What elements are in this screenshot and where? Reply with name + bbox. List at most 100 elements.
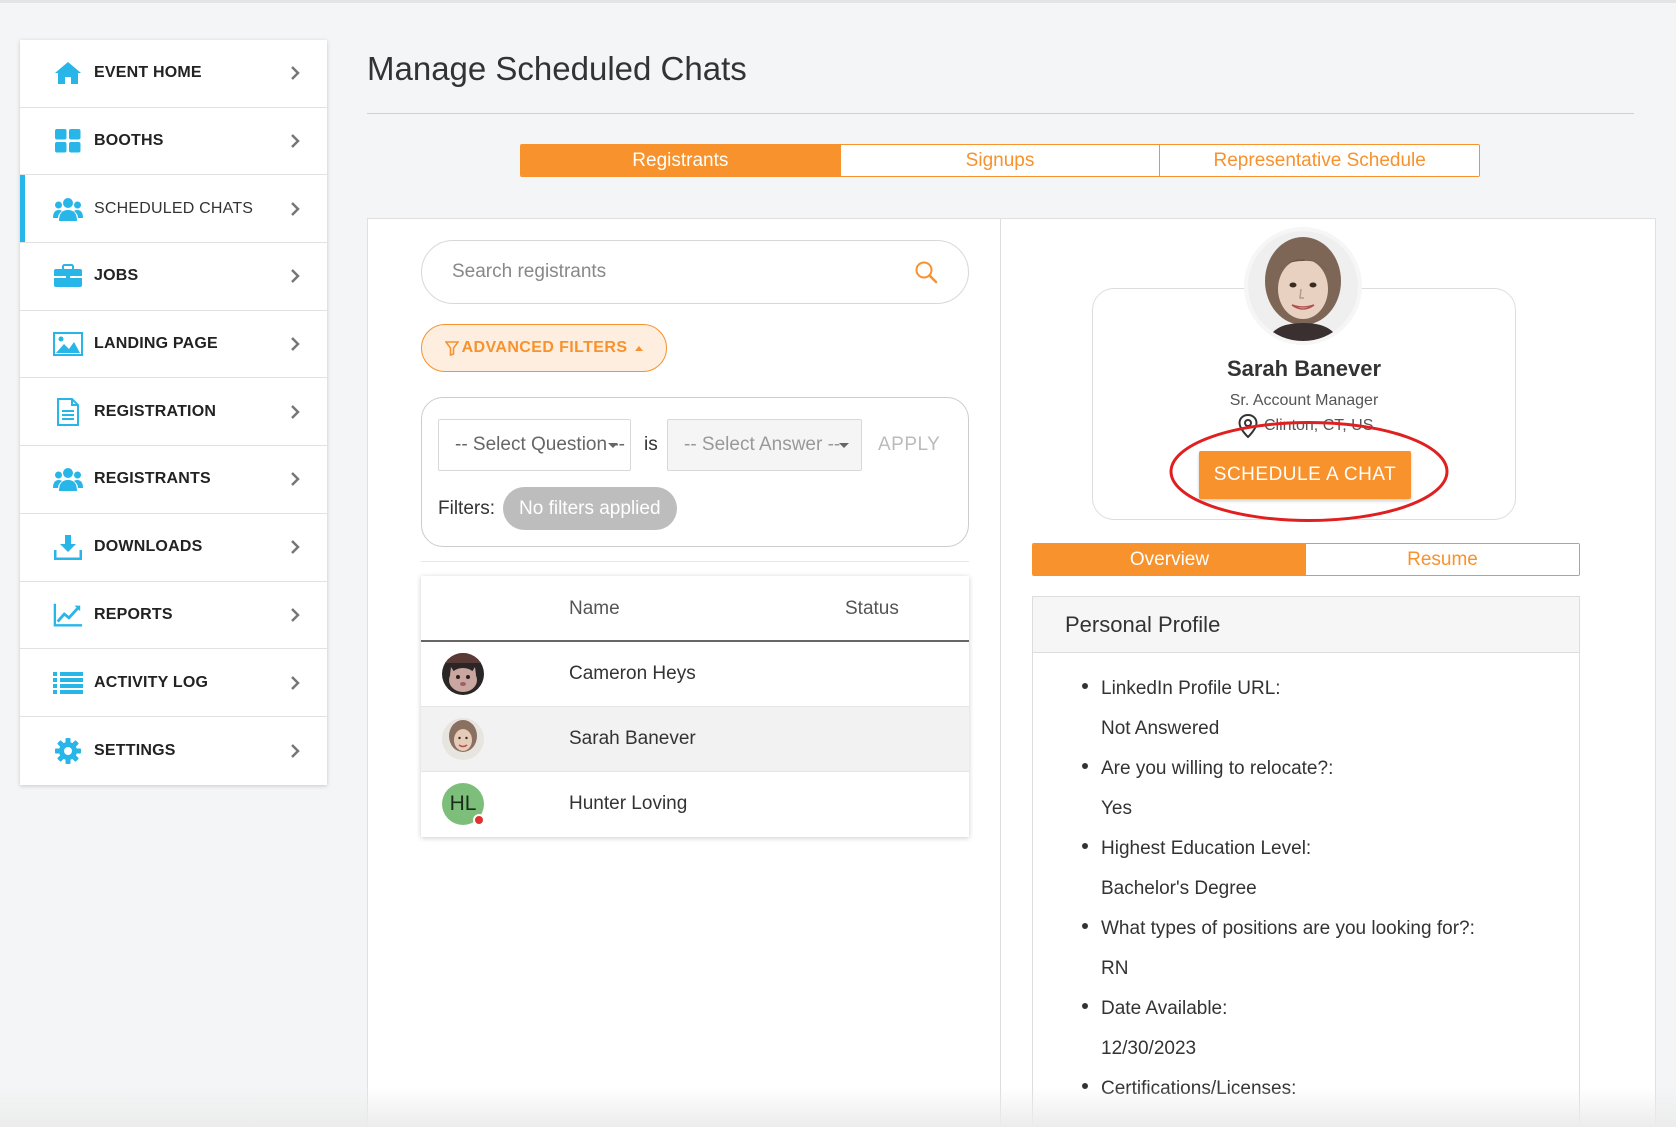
registrant-name: Hunter Loving <box>569 793 688 814</box>
answer-select-value: -- Select Answer -- <box>684 434 841 455</box>
table-row[interactable]: Sarah Banever <box>421 707 969 772</box>
list-item: Are you willing to relocate?: Yes <box>1082 749 1579 829</box>
sidebar-item-jobs[interactable]: JOBS <box>20 243 327 311</box>
field-question: LinkedIn Profile URL: <box>1101 678 1281 699</box>
chevron-right-icon <box>291 607 300 622</box>
chevron-right-icon <box>291 134 300 148</box>
chevron-right-icon <box>291 472 300 487</box>
personal-profile-section: Personal Profile LinkedIn Profile URL: N… <box>1032 596 1580 1127</box>
sidebar-item-label: LANDING PAGE <box>94 335 218 353</box>
search-icon[interactable] <box>914 260 938 284</box>
grid-icon <box>53 128 83 154</box>
sidebar-item-landing-page[interactable]: LANDING PAGE <box>20 311 327 379</box>
column-header-status[interactable]: Status <box>845 598 899 620</box>
image-icon <box>53 331 83 357</box>
avatar-photo <box>442 653 484 695</box>
profile-field-list: LinkedIn Profile URL: Not Answered Are y… <box>1033 653 1579 1109</box>
top-border <box>0 0 1676 3</box>
sidebar-item-label: BOOTHS <box>94 132 164 150</box>
field-question: Date Available: <box>1101 998 1228 1019</box>
field-answer: Not Answered <box>1101 718 1220 739</box>
sidebar-item-label: SCHEDULED CHATS <box>94 199 254 217</box>
chevron-right-icon <box>291 66 300 81</box>
list-divider <box>421 561 969 562</box>
sidebar-item-label: DOWNLOADS <box>94 538 203 556</box>
avatar: HL <box>442 783 485 826</box>
sidebar-item-settings[interactable]: SETTINGS <box>20 717 327 785</box>
sidebar-item-label: REGISTRANTS <box>94 470 211 488</box>
advanced-filters-button[interactable]: ADVANCED FILTERS <box>421 324 667 372</box>
table-row[interactable]: Cameron Heys <box>421 642 969 707</box>
table-row[interactable]: HL Hunter Loving <box>421 772 969 837</box>
advanced-filters-label: ADVANCED FILTERS <box>461 339 628 356</box>
section-title: Personal Profile <box>1033 597 1579 653</box>
table-header: Name Status <box>421 576 969 642</box>
tab-overview[interactable]: Overview <box>1033 544 1306 575</box>
list-item: What types of positions are you looking … <box>1082 909 1579 989</box>
chevron-right-icon <box>291 404 300 419</box>
profile-role: Sr. Account Manager <box>1229 392 1379 409</box>
field-question: Certifications/Licenses: <box>1101 1078 1297 1099</box>
tab-representative-schedule[interactable]: Representative Schedule <box>1160 145 1479 176</box>
registrant-name: Sarah Banever <box>569 728 696 749</box>
list-item: Certifications/Licenses: <box>1082 1069 1579 1109</box>
main-tabs: Registrants Signups Representative Sched… <box>520 144 1480 177</box>
caret-down-icon <box>608 443 618 448</box>
answer-select[interactable]: -- Select Answer -- <box>667 419 862 471</box>
sidebar-item-label: SETTINGS <box>94 741 176 759</box>
chevron-right-icon <box>291 540 300 555</box>
chevron-right-icon <box>291 201 300 216</box>
sidebar-item-downloads[interactable]: DOWNLOADS <box>20 514 327 582</box>
caret-up-icon <box>635 345 644 351</box>
profile-photo <box>1248 231 1358 341</box>
sidebar-item-activity-log[interactable]: ACTIVITY LOG <box>20 649 327 717</box>
list-item: Highest Education Level: Bachelor's Degr… <box>1082 829 1579 909</box>
home-icon <box>53 60 83 86</box>
sidebar-item-booths[interactable]: BOOTHS <box>20 108 327 176</box>
chevron-right-icon <box>291 743 300 758</box>
is-label: is <box>644 434 658 455</box>
tab-resume[interactable]: Resume <box>1306 544 1579 575</box>
annotation-circle <box>1169 421 1449 522</box>
users-icon <box>53 466 83 492</box>
chart-icon <box>53 602 83 628</box>
apply-button[interactable]: APPLY <box>878 434 940 456</box>
chevron-right-icon <box>291 269 300 284</box>
question-select[interactable]: -- Select Question -- <box>438 419 631 471</box>
tab-registrants[interactable]: Registrants <box>521 145 841 176</box>
search-bar <box>421 240 969 304</box>
sidebar-item-reports[interactable]: REPORTS <box>20 582 327 650</box>
briefcase-icon <box>53 263 83 289</box>
tab-signups[interactable]: Signups <box>840 145 1161 176</box>
profile-tabs: Overview Resume <box>1032 543 1580 576</box>
main-panel: ADVANCED FILTERS -- Select Question -- i… <box>367 218 1656 1127</box>
chevron-right-icon <box>291 675 300 690</box>
search-input[interactable] <box>452 261 914 283</box>
field-answer: Bachelor's Degree <box>1101 878 1257 899</box>
download-icon <box>53 534 83 561</box>
filter-panel: -- Select Question -- is -- Select Answe… <box>421 397 969 547</box>
document-icon <box>53 397 83 426</box>
sidebar-item-event-home[interactable]: EVENT HOME <box>20 40 327 108</box>
field-answer: 12/30/2023 <box>1101 1038 1197 1059</box>
avatar <box>442 718 484 760</box>
sidebar-item-registration[interactable]: REGISTRATION <box>20 378 327 447</box>
registrant-name: Cameron Heys <box>569 663 696 684</box>
page-title: Manage Scheduled Chats <box>367 50 747 87</box>
filters-label: Filters: <box>438 498 495 519</box>
sidebar-item-registrants[interactable]: REGISTRANTS <box>20 446 327 514</box>
field-answer: Yes <box>1101 798 1132 819</box>
sidebar-item-label: REPORTS <box>94 605 173 623</box>
panel-divider <box>1000 219 1001 1127</box>
profile-name: Sarah Banever <box>1226 356 1382 381</box>
gear-icon <box>53 737 83 764</box>
offline-status-dot <box>473 814 485 826</box>
sidebar-item-scheduled-chats[interactable]: SCHEDULED CHATS <box>20 175 327 244</box>
filter-icon <box>444 340 459 356</box>
registrants-table: Name Status Cameron Heys Sarah Banever H… <box>421 576 969 837</box>
question-select-value: -- Select Question -- <box>455 434 625 455</box>
field-question: Highest Education Level: <box>1101 838 1312 859</box>
sidebar-item-label: JOBS <box>94 267 139 285</box>
avatar <box>442 653 484 695</box>
column-header-name[interactable]: Name <box>569 598 620 620</box>
